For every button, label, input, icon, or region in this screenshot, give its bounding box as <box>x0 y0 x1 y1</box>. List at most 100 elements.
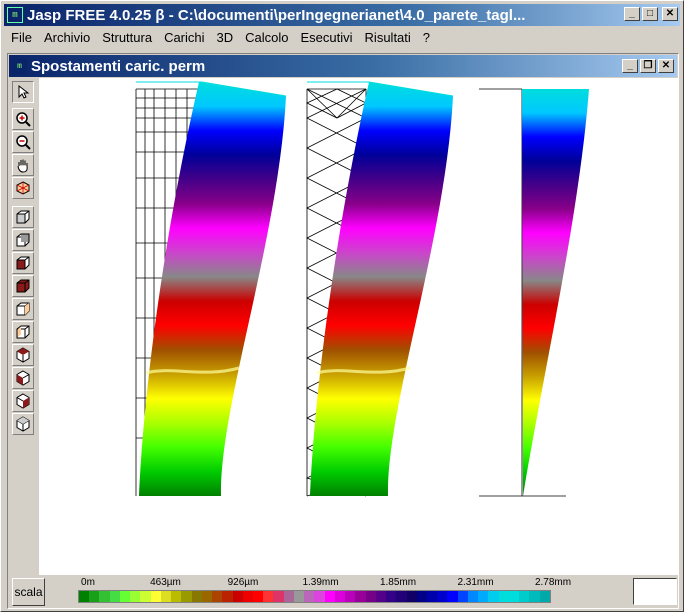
jasp-child-icon[interactable]: m <box>12 58 27 74</box>
color-swatch <box>130 591 141 602</box>
child-title-bar[interactable]: m Spostamenti caric. perm _ ❐ ✕ <box>9 55 677 77</box>
color-swatch <box>89 591 100 602</box>
color-swatch <box>345 591 356 602</box>
child-restore-button[interactable]: ❐ <box>640 59 656 73</box>
view-iso-3-icon[interactable] <box>12 390 34 412</box>
zoom-in-icon[interactable] <box>12 108 34 130</box>
menu-risultati[interactable]: Risultati <box>359 30 417 45</box>
color-swatch <box>355 591 366 602</box>
color-swatch <box>416 591 427 602</box>
menu-bar: File Archivio Struttura Carichi 3D Calco… <box>4 27 680 47</box>
legend-tick-label: 1.85mm <box>379 577 417 588</box>
legend-tick-label: 463µm <box>150 577 181 588</box>
color-swatch <box>334 591 346 602</box>
color-swatch <box>109 591 120 602</box>
menu-help[interactable]: ? <box>417 30 436 45</box>
color-swatch <box>171 591 182 602</box>
title-bar[interactable]: m Jasp FREE 4.0.25 β - C:\documenti\perI… <box>4 4 680 26</box>
view-cube-back-icon[interactable] <box>12 229 34 251</box>
color-swatch <box>529 591 540 602</box>
deformed-wall-views[interactable] <box>39 78 678 575</box>
color-swatch <box>222 591 233 602</box>
color-swatch <box>160 591 172 602</box>
color-swatch <box>212 591 223 602</box>
menu-esecutivi[interactable]: Esecutivi <box>295 30 359 45</box>
color-swatch <box>79 591 90 602</box>
view-iso-2-icon[interactable] <box>12 367 34 389</box>
color-swatch <box>447 591 458 602</box>
color-swatch <box>498 591 509 602</box>
window-title: Jasp FREE 4.0.25 β - C:\documenti\perIng… <box>27 6 526 24</box>
value-readout-box <box>633 578 677 605</box>
color-swatch <box>304 591 315 602</box>
color-swatch <box>508 591 520 602</box>
child-close-button[interactable]: ✕ <box>658 59 674 73</box>
scala-button[interactable]: scala <box>12 578 45 606</box>
legend-tick-label: 926µm <box>227 577 259 588</box>
view-cube-bottom-icon[interactable] <box>12 275 34 297</box>
menu-carichi[interactable]: Carichi <box>158 30 210 45</box>
close-button[interactable]: ✕ <box>662 7 678 21</box>
pan-hand-icon[interactable] <box>12 154 34 176</box>
color-swatch <box>519 591 530 602</box>
legend-tick-label: 1.39mm <box>302 577 339 588</box>
view-cube-front-icon[interactable] <box>12 206 34 228</box>
menu-calcolo[interactable]: Calcolo <box>239 30 294 45</box>
color-swatch <box>478 591 489 602</box>
color-swatch <box>396 591 407 602</box>
color-swatch <box>375 591 387 602</box>
color-swatch <box>488 591 499 602</box>
view-cube-top-icon[interactable] <box>12 252 34 274</box>
select-arrow-icon[interactable] <box>12 81 34 103</box>
color-swatch <box>324 591 335 602</box>
color-swatch <box>457 591 468 602</box>
menu-file[interactable]: File <box>4 30 38 45</box>
mesh-view-tri-grid <box>305 81 454 497</box>
color-swatch <box>283 591 294 602</box>
view-cube-left-icon[interactable] <box>12 298 34 320</box>
color-swatch <box>119 591 131 602</box>
color-swatch <box>150 591 161 602</box>
color-swatch <box>232 591 243 602</box>
deformed-body-2 <box>307 82 453 496</box>
zoom-out-icon[interactable] <box>12 131 34 153</box>
color-swatch <box>314 591 325 602</box>
color-swatch <box>273 591 284 602</box>
legend-bar: scala 0m 463µm 926µm 1.39mm 1.85mm 2.31mm 2.78… <box>9 575 677 608</box>
jasp-app-icon[interactable]: m <box>7 7 23 23</box>
maximize-button[interactable]: □ <box>642 7 658 21</box>
results-window: m Spostamenti caric. perm _ ❐ ✕ scala 0m… <box>7 53 679 609</box>
view-iso-4-icon[interactable] <box>12 413 34 435</box>
color-swatch <box>406 591 417 602</box>
mesh-view-rect-grid <box>135 81 287 496</box>
menu-3d[interactable]: 3D <box>211 30 240 45</box>
color-swatch <box>263 591 274 602</box>
color-swatch <box>293 591 305 602</box>
side-view <box>479 88 589 497</box>
color-swatch <box>201 591 213 602</box>
color-swatch <box>539 591 550 602</box>
legend-tick-label: 2.78mm <box>534 577 572 588</box>
rotate-3d-icon[interactable] <box>12 177 34 199</box>
menu-struttura[interactable]: Struttura <box>96 30 158 45</box>
minimize-button[interactable]: _ <box>624 7 640 21</box>
view-iso-1-icon[interactable] <box>12 344 34 366</box>
color-swatch <box>467 591 479 602</box>
color-swatch <box>99 591 110 602</box>
color-swatch <box>386 591 397 602</box>
model-canvas[interactable] <box>39 78 678 575</box>
color-swatch <box>252 591 264 602</box>
app-window: m Jasp FREE 4.0.25 β - C:\documenti\perI… <box>0 0 684 612</box>
deformed-body-1 <box>136 82 286 496</box>
child-minimize-button[interactable]: _ <box>622 59 638 73</box>
child-window-title: Spostamenti caric. perm <box>31 57 206 75</box>
deformed-body-side <box>522 89 589 496</box>
color-scale <box>78 590 551 603</box>
legend-tick-label: 2.31mm <box>457 577 494 588</box>
color-swatch <box>365 591 376 602</box>
menu-archivio[interactable]: Archivio <box>38 30 96 45</box>
color-swatch <box>191 591 202 602</box>
view-cube-right-icon[interactable] <box>12 321 34 343</box>
legend-tick-label: 0m <box>81 577 95 588</box>
color-swatch <box>181 591 192 602</box>
